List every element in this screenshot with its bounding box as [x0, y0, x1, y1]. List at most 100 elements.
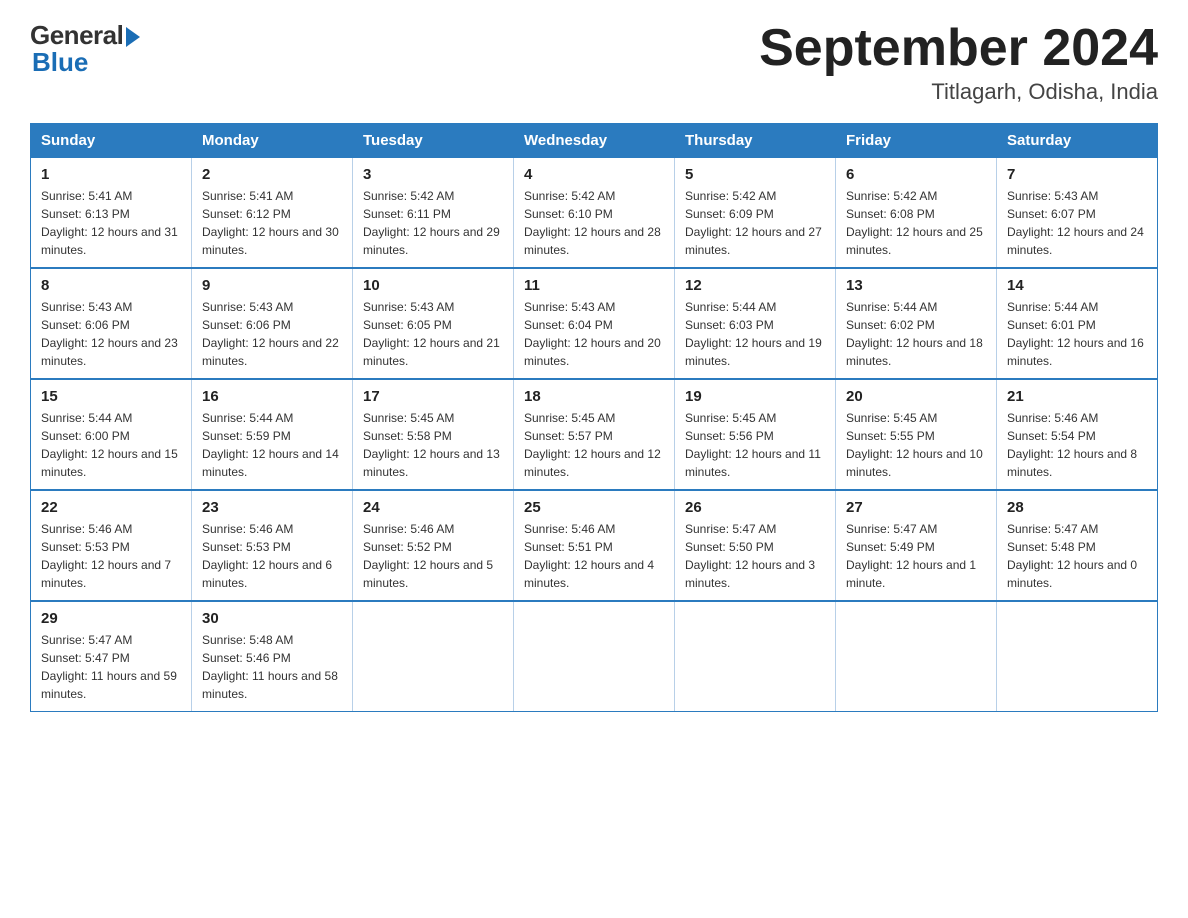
day-info: Sunrise: 5:47 AMSunset: 5:48 PMDaylight:…	[1007, 520, 1147, 592]
calendar-cell: 28 Sunrise: 5:47 AMSunset: 5:48 PMDayligh…	[997, 490, 1158, 601]
calendar-cell: 5Sunrise: 5:42 AMSunset: 6:09 PMDaylight…	[675, 158, 836, 269]
day-number: 28	[1007, 499, 1147, 516]
day-number: 16	[202, 388, 342, 405]
day-info: Sunrise: 5:43 AMSunset: 6:06 PMDaylight:…	[41, 298, 181, 370]
day-info: Sunrise: 5:47 AMSunset: 5:49 PMDaylight:…	[846, 520, 986, 592]
col-header-saturday: Saturday	[997, 124, 1158, 158]
day-info: Sunrise: 5:43 AMSunset: 6:05 PMDaylight:…	[363, 298, 503, 370]
day-number: 27	[846, 499, 986, 516]
day-info: Sunrise: 5:44 AMSunset: 5:59 PMDaylight:…	[202, 409, 342, 481]
day-number: 26	[685, 499, 825, 516]
calendar-cell: 12 Sunrise: 5:44 AMSunset: 6:03 PMDayligh…	[675, 268, 836, 379]
day-info: Sunrise: 5:42 AMSunset: 6:10 PMDaylight:…	[524, 187, 664, 259]
col-header-friday: Friday	[836, 124, 997, 158]
day-info: Sunrise: 5:44 AMSunset: 6:03 PMDaylight:…	[685, 298, 825, 370]
day-number: 11	[524, 277, 664, 294]
calendar-cell: 11Sunrise: 5:43 AMSunset: 6:04 PMDayligh…	[514, 268, 675, 379]
calendar-cell: 20 Sunrise: 5:45 AMSunset: 5:55 PMDayligh…	[836, 379, 997, 490]
day-info: Sunrise: 5:45 AMSunset: 5:57 PMDaylight:…	[524, 409, 664, 481]
day-number: 6	[846, 166, 986, 183]
calendar-cell: 1 Sunrise: 5:41 AMSunset: 6:13 PMDaylight…	[31, 158, 192, 269]
calendar-cell: 16 Sunrise: 5:44 AMSunset: 5:59 PMDayligh…	[192, 379, 353, 490]
calendar-cell: 23Sunrise: 5:46 AMSunset: 5:53 PMDayligh…	[192, 490, 353, 601]
day-number: 17	[363, 388, 503, 405]
day-info: Sunrise: 5:46 AMSunset: 5:53 PMDaylight:…	[41, 520, 181, 592]
day-number: 20	[846, 388, 986, 405]
calendar-cell: 18 Sunrise: 5:45 AMSunset: 5:57 PMDayligh…	[514, 379, 675, 490]
day-number: 18	[524, 388, 664, 405]
calendar-cell	[836, 601, 997, 712]
day-number: 12	[685, 277, 825, 294]
calendar-cell	[997, 601, 1158, 712]
calendar-cell: 7Sunrise: 5:43 AMSunset: 6:07 PMDaylight…	[997, 158, 1158, 269]
day-info: Sunrise: 5:45 AMSunset: 5:58 PMDaylight:…	[363, 409, 503, 481]
calendar-cell: 3 Sunrise: 5:42 AMSunset: 6:11 PMDaylight…	[353, 158, 514, 269]
calendar-cell: 17 Sunrise: 5:45 AMSunset: 5:58 PMDayligh…	[353, 379, 514, 490]
day-number: 7	[1007, 166, 1147, 183]
calendar-week-row: 15 Sunrise: 5:44 AMSunset: 6:00 PMDayligh…	[31, 379, 1158, 490]
day-info: Sunrise: 5:46 AMSunset: 5:52 PMDaylight:…	[363, 520, 503, 592]
calendar-cell: 21 Sunrise: 5:46 AMSunset: 5:54 PMDayligh…	[997, 379, 1158, 490]
day-number: 4	[524, 166, 664, 183]
calendar-cell: 13Sunrise: 5:44 AMSunset: 6:02 PMDayligh…	[836, 268, 997, 379]
calendar-cell: 27 Sunrise: 5:47 AMSunset: 5:49 PMDayligh…	[836, 490, 997, 601]
day-number: 14	[1007, 277, 1147, 294]
day-number: 19	[685, 388, 825, 405]
calendar-cell	[514, 601, 675, 712]
calendar-week-row: 8 Sunrise: 5:43 AMSunset: 6:06 PMDaylight…	[31, 268, 1158, 379]
day-info: Sunrise: 5:41 AMSunset: 6:12 PMDaylight:…	[202, 187, 342, 259]
day-number: 15	[41, 388, 181, 405]
col-header-sunday: Sunday	[31, 124, 192, 158]
calendar-cell: 2 Sunrise: 5:41 AMSunset: 6:12 PMDaylight…	[192, 158, 353, 269]
calendar-header-row: SundayMondayTuesdayWednesdayThursdayFrid…	[31, 124, 1158, 158]
calendar-cell: 10 Sunrise: 5:43 AMSunset: 6:05 PMDayligh…	[353, 268, 514, 379]
title-block: September 2024 Titlagarh, Odisha, India	[759, 20, 1158, 105]
location-title: Titlagarh, Odisha, India	[759, 79, 1158, 105]
day-info: Sunrise: 5:44 AMSunset: 6:00 PMDaylight:…	[41, 409, 181, 481]
day-number: 2	[202, 166, 342, 183]
day-info: Sunrise: 5:41 AMSunset: 6:13 PMDaylight:…	[41, 187, 181, 259]
day-info: Sunrise: 5:45 AMSunset: 5:56 PMDaylight:…	[685, 409, 825, 481]
col-header-wednesday: Wednesday	[514, 124, 675, 158]
col-header-thursday: Thursday	[675, 124, 836, 158]
day-number: 24	[363, 499, 503, 516]
calendar-cell: 26 Sunrise: 5:47 AMSunset: 5:50 PMDayligh…	[675, 490, 836, 601]
day-info: Sunrise: 5:47 AMSunset: 5:50 PMDaylight:…	[685, 520, 825, 592]
day-number: 9	[202, 277, 342, 294]
calendar-cell: 22 Sunrise: 5:46 AMSunset: 5:53 PMDayligh…	[31, 490, 192, 601]
day-number: 1	[41, 166, 181, 183]
day-number: 22	[41, 499, 181, 516]
day-info: Sunrise: 5:43 AMSunset: 6:06 PMDaylight:…	[202, 298, 342, 370]
day-number: 3	[363, 166, 503, 183]
calendar-cell: 15 Sunrise: 5:44 AMSunset: 6:00 PMDayligh…	[31, 379, 192, 490]
day-number: 13	[846, 277, 986, 294]
day-number: 25	[524, 499, 664, 516]
day-number: 21	[1007, 388, 1147, 405]
day-info: Sunrise: 5:46 AMSunset: 5:53 PMDaylight:…	[202, 520, 342, 592]
calendar-cell: 6Sunrise: 5:42 AMSunset: 6:08 PMDaylight…	[836, 158, 997, 269]
calendar-cell: 8 Sunrise: 5:43 AMSunset: 6:06 PMDaylight…	[31, 268, 192, 379]
day-info: Sunrise: 5:45 AMSunset: 5:55 PMDaylight:…	[846, 409, 986, 481]
calendar-week-row: 22 Sunrise: 5:46 AMSunset: 5:53 PMDayligh…	[31, 490, 1158, 601]
calendar-cell: 9 Sunrise: 5:43 AMSunset: 6:06 PMDaylight…	[192, 268, 353, 379]
day-info: Sunrise: 5:48 AMSunset: 5:46 PMDaylight:…	[202, 631, 342, 703]
col-header-tuesday: Tuesday	[353, 124, 514, 158]
day-info: Sunrise: 5:42 AMSunset: 6:11 PMDaylight:…	[363, 187, 503, 259]
calendar-cell	[353, 601, 514, 712]
page-header: General Blue September 2024 Titlagarh, O…	[30, 20, 1158, 105]
day-info: Sunrise: 5:47 AMSunset: 5:47 PMDaylight:…	[41, 631, 181, 703]
day-number: 8	[41, 277, 181, 294]
day-number: 30	[202, 610, 342, 627]
day-number: 10	[363, 277, 503, 294]
col-header-monday: Monday	[192, 124, 353, 158]
day-info: Sunrise: 5:42 AMSunset: 6:09 PMDaylight:…	[685, 187, 825, 259]
day-info: Sunrise: 5:46 AMSunset: 5:54 PMDaylight:…	[1007, 409, 1147, 481]
calendar-cell: 24 Sunrise: 5:46 AMSunset: 5:52 PMDayligh…	[353, 490, 514, 601]
day-info: Sunrise: 5:46 AMSunset: 5:51 PMDaylight:…	[524, 520, 664, 592]
calendar-cell	[675, 601, 836, 712]
calendar-week-row: 1 Sunrise: 5:41 AMSunset: 6:13 PMDaylight…	[31, 158, 1158, 269]
calendar-cell: 19 Sunrise: 5:45 AMSunset: 5:56 PMDayligh…	[675, 379, 836, 490]
day-info: Sunrise: 5:44 AMSunset: 6:01 PMDaylight:…	[1007, 298, 1147, 370]
calendar-table: SundayMondayTuesdayWednesdayThursdayFrid…	[30, 123, 1158, 712]
logo-blue-text: Blue	[32, 47, 88, 78]
